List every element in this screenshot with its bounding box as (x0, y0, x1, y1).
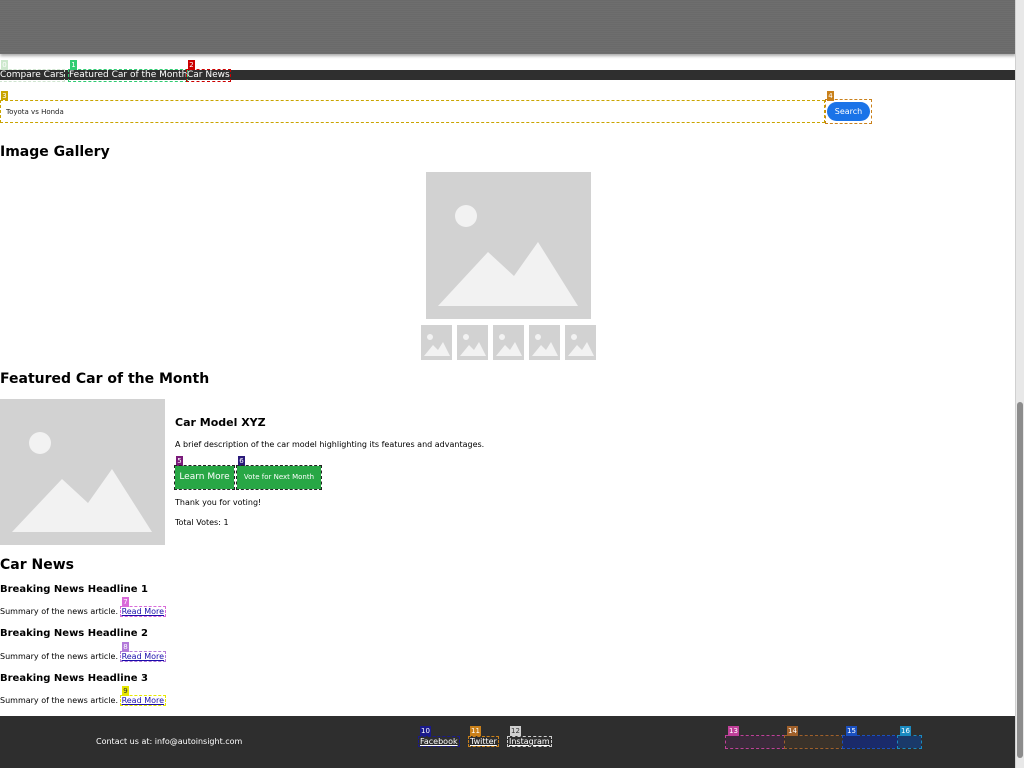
news-summary: Summary of the news article. Read More (0, 695, 167, 706)
element-tag: 0 (1, 60, 8, 70)
image-placeholder-icon (532, 334, 558, 356)
image-placeholder-icon (12, 432, 152, 532)
element-tag: 1 (70, 60, 77, 70)
footer-icon-link[interactable] (725, 735, 785, 749)
vote-count: Total Votes: 1 (175, 518, 229, 527)
nav-link-compare-cars[interactable]: Compare Cars (0, 69, 65, 82)
element-tag: 8 (122, 642, 129, 652)
search-input[interactable] (0, 100, 825, 123)
element-tag: 15 (846, 726, 857, 736)
element-tag: 2 (188, 60, 195, 70)
learn-more-button[interactable]: Learn More (174, 465, 235, 490)
element-tag: 11 (470, 726, 481, 736)
car-description: A brief description of the car model hig… (175, 440, 485, 449)
featured-car-image (0, 399, 165, 545)
vote-confirmation: Thank you for voting! (175, 498, 262, 507)
search-button[interactable]: Search (825, 99, 872, 124)
element-tag: 9 (122, 686, 129, 696)
image-placeholder-icon (438, 205, 578, 306)
image-placeholder-icon (424, 334, 450, 356)
read-more-link[interactable]: Read More (119, 606, 167, 617)
news-summary-text: Summary of the news article. (0, 696, 119, 705)
gallery-heading: Image Gallery (0, 144, 110, 160)
gallery-main-image (426, 172, 591, 319)
news-headline: Breaking News Headline 1 (0, 584, 148, 595)
news-summary: Summary of the news article. Read More (0, 606, 167, 617)
search-button-label: Search (827, 102, 870, 121)
element-tag: 14 (787, 726, 798, 736)
gallery-thumbnail[interactable] (529, 325, 560, 360)
read-more-link[interactable]: Read More (119, 651, 167, 662)
element-tag: 10 (420, 726, 431, 736)
footer-icon-link[interactable] (784, 735, 844, 749)
read-more-link[interactable]: Read More (119, 695, 167, 706)
news-heading: Car News (0, 557, 74, 573)
news-summary: Summary of the news article. Read More (0, 651, 167, 662)
gallery-thumbnail[interactable] (565, 325, 596, 360)
nav-link-car-news[interactable]: Car News (186, 69, 231, 82)
element-tag: 7 (122, 597, 129, 607)
element-tag: 5 (176, 456, 183, 466)
nav-link-featured-car[interactable]: Featured Car of the Month (67, 69, 189, 82)
gallery-thumbnail[interactable] (457, 325, 488, 360)
image-placeholder-icon (496, 334, 522, 356)
image-placeholder-icon (568, 334, 594, 356)
news-summary-text: Summary of the news article. (0, 652, 119, 661)
element-tag: 12 (510, 726, 521, 736)
footer-icon-link[interactable] (842, 735, 900, 749)
scrollbar-thumb[interactable] (1017, 402, 1023, 758)
footer-icon-link[interactable] (897, 735, 922, 749)
gallery-thumbnail[interactable] (493, 325, 524, 360)
car-title: Car Model XYZ (175, 416, 266, 429)
element-tag: 16 (900, 726, 911, 736)
element-tag: 13 (728, 726, 739, 736)
twitter-link[interactable]: Twitter (468, 736, 499, 747)
news-headline: Breaking News Headline 3 (0, 673, 148, 684)
vertical-scrollbar[interactable] (1015, 0, 1024, 768)
gallery-thumbnail[interactable] (421, 325, 452, 360)
news-headline: Breaking News Headline 2 (0, 628, 148, 639)
footer: Contact us at: info@autoinsight.com 10 F… (0, 716, 1016, 768)
facebook-link[interactable]: Facebook (418, 736, 460, 747)
featured-heading: Featured Car of the Month (0, 371, 210, 387)
instagram-link[interactable]: Instagram (507, 736, 552, 747)
top-header-band (0, 0, 1016, 54)
element-tag: 6 (238, 456, 245, 466)
news-summary-text: Summary of the news article. (0, 607, 119, 616)
vote-button[interactable]: Vote for Next Month (236, 465, 322, 490)
contact-info: Contact us at: info@autoinsight.com (96, 737, 243, 746)
image-placeholder-icon (460, 334, 486, 356)
